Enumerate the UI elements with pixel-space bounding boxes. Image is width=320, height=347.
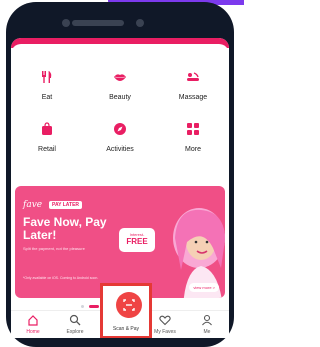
banner-subtext: Split the payment, not the pleasure [23, 246, 85, 251]
banner-fine-print: *Only available on iOS. Coming to Androi… [23, 276, 99, 280]
category-label: More [185, 146, 201, 153]
home-icon [27, 314, 39, 326]
banner-tag: PAY LATER [49, 201, 83, 209]
massage-icon [186, 70, 200, 84]
app-screen: Eat Beauty Massage Retail Activities Mor… [11, 38, 229, 338]
camera-icon [62, 19, 70, 27]
grid-icon [186, 122, 200, 136]
nav-label: Me [203, 329, 211, 335]
scan-icon [123, 299, 135, 311]
speaker-grille [72, 20, 124, 26]
category-label: Beauty [109, 94, 131, 101]
banner-brand: fave [23, 200, 43, 210]
category-beauty[interactable]: Beauty [84, 70, 156, 101]
category-activities[interactable]: Activities [84, 122, 156, 153]
category-label: Eat [41, 94, 53, 101]
carousel-dot-active[interactable] [89, 305, 99, 308]
nav-me[interactable]: Me [187, 314, 227, 335]
nav-label: My Faves [154, 329, 176, 335]
category-label: Activities [106, 146, 134, 153]
nav-label: Scan & Pay [112, 326, 140, 332]
fork-knife-icon [40, 70, 54, 84]
badge-main-text: FREE [126, 237, 148, 246]
sensor-icon [136, 19, 144, 27]
category-retail[interactable]: Retail [11, 122, 83, 153]
category-label: Retail [38, 146, 56, 153]
nav-label: Home [26, 329, 40, 335]
category-label: Massage [178, 94, 208, 101]
category-eat[interactable]: Eat [11, 70, 83, 101]
nav-explore[interactable]: Explore [55, 314, 95, 335]
lips-icon [113, 70, 127, 84]
carousel-dot[interactable] [81, 305, 84, 308]
interest-free-badge: Interest- FREE [119, 228, 155, 252]
promo-banner[interactable]: fave PAY LATER Fave Now, Pay Later! Spli… [15, 186, 225, 298]
banner-headline: Fave Now, Pay Later! [23, 215, 107, 242]
category-massage[interactable]: Massage [157, 70, 229, 101]
heart-icon [159, 314, 171, 326]
user-icon [201, 314, 213, 326]
shopping-bag-icon [40, 122, 54, 136]
content-card-top [11, 44, 229, 56]
search-icon [69, 314, 81, 326]
nav-home[interactable]: Home [13, 314, 53, 335]
category-more[interactable]: More [157, 122, 229, 153]
view-more-link[interactable]: view more > [189, 283, 219, 292]
nav-label: Explore [66, 329, 84, 335]
nav-scan-pay[interactable]: Scan & Pay [100, 283, 152, 338]
scan-button[interactable] [116, 292, 142, 318]
compass-icon [113, 122, 127, 136]
